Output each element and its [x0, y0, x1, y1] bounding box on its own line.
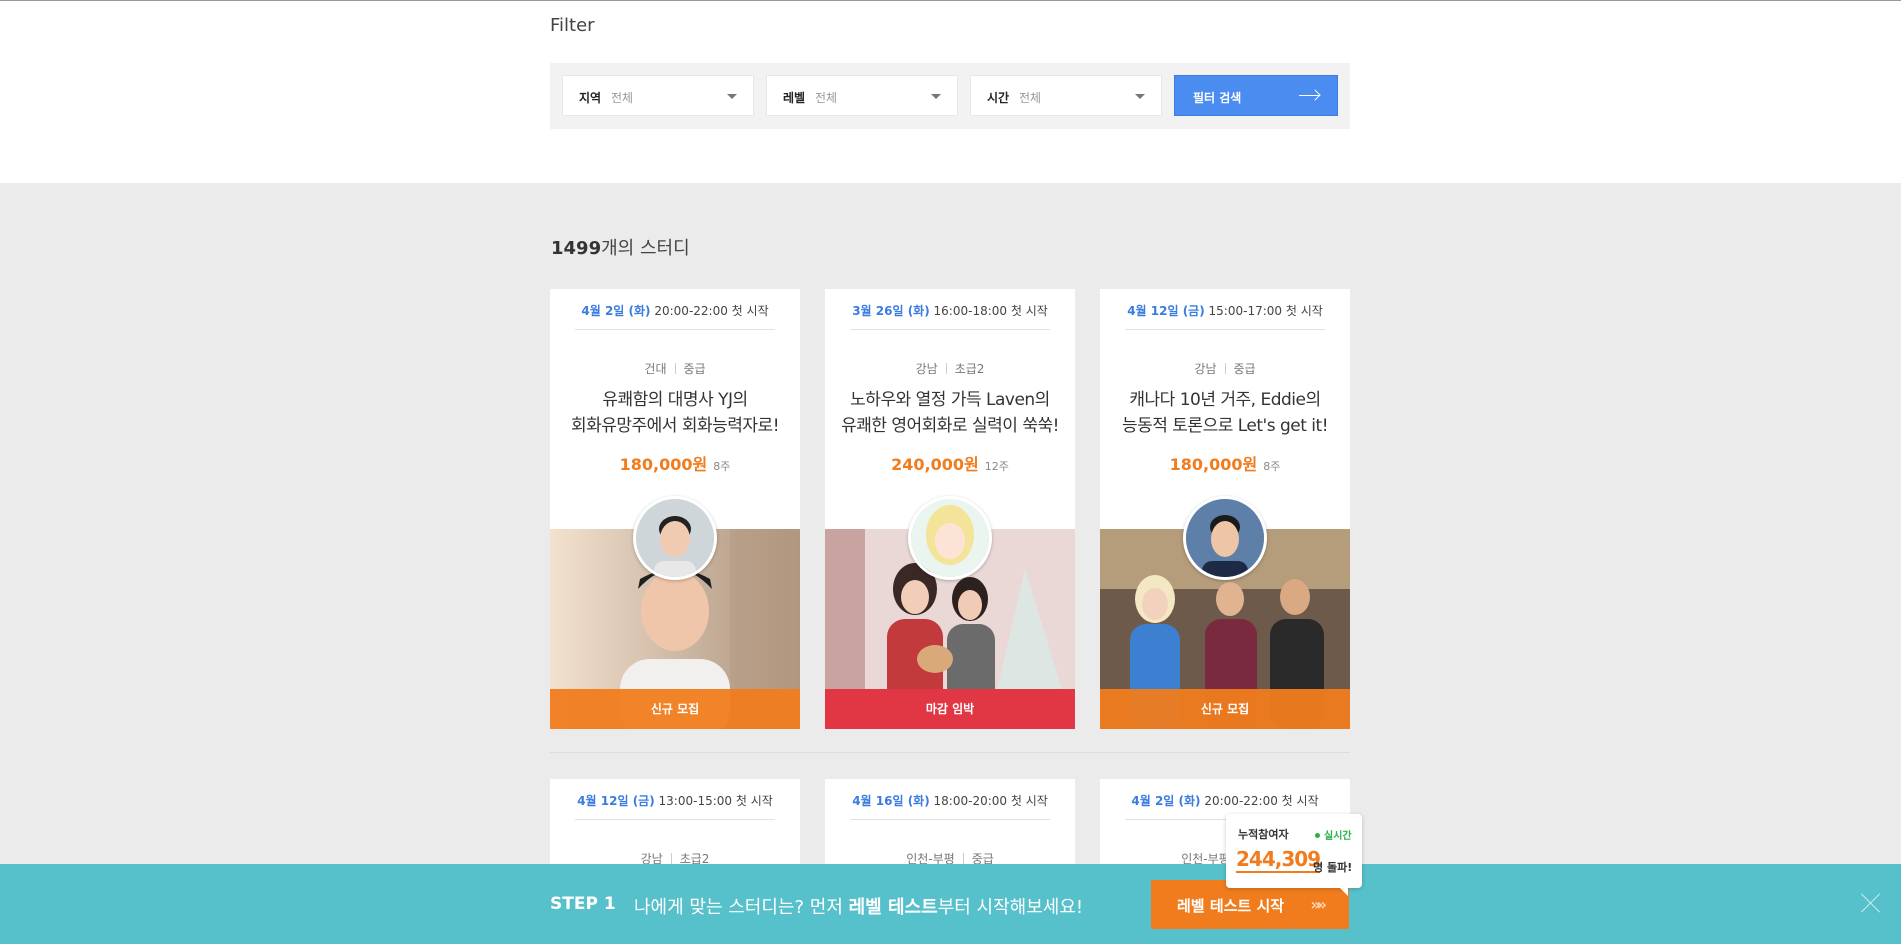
card-area: 강남: [915, 362, 938, 376]
divider: [575, 329, 775, 330]
card-level: 중급: [683, 362, 706, 376]
card-date-line: 3월 26일 (화) 16:00-18:00 첫 시작: [825, 289, 1075, 329]
filter-title: Filter: [550, 15, 595, 36]
card-weeks: 12주: [984, 460, 1009, 473]
divider: [850, 819, 1050, 820]
card-weeks: 8주: [713, 460, 731, 473]
study-count-number: 1499: [551, 238, 602, 259]
card-title-line-1: 캐나다 10년 거주, Eddie의: [1129, 390, 1321, 410]
card-time: 20:00-22:00 첫 시작: [654, 304, 769, 318]
step-label: STEP 1: [550, 894, 616, 914]
card-title: 노하우와 열정 가득 Laven의유쾌한 영어회화로 실력이 쑥쑥!: [825, 387, 1075, 439]
card-meta: 강남 중급: [1100, 360, 1350, 377]
card-date-line: 4월 2일 (화) 20:00-22:00 첫 시작: [550, 289, 800, 329]
participants-number: 244,309: [1236, 847, 1321, 873]
card-area: 강남: [1194, 362, 1217, 376]
card-time: 15:00-17:00 첫 시작: [1208, 304, 1323, 318]
divider: [575, 819, 775, 820]
card-date-line: 4월 12일 (금) 15:00-17:00 첫 시작: [1100, 289, 1350, 329]
card-price: 180,000원 8주: [1100, 451, 1350, 475]
card-date-line: 4월 16일 (화) 18:00-20:00 첫 시작: [825, 779, 1075, 819]
card-time: 18:00-20:00 첫 시작: [933, 794, 1048, 808]
card-meta: 강남 초급2: [825, 360, 1075, 377]
filter-box: 지역 전체 레벨 전체 시간 전체 필터 검색: [550, 63, 1350, 129]
chevron-down-icon: [727, 94, 737, 99]
banner-message: 나에게 맞는 스터디는? 먼저 레벨 테스트부터 시작해보세요!: [634, 893, 1083, 919]
card-weeks: 8주: [1263, 460, 1281, 473]
close-icon[interactable]: [1858, 890, 1884, 916]
card-date-line: 4월 12일 (금) 13:00-15:00 첫 시작: [550, 779, 800, 819]
card-date-line: 4월 2일 (화) 20:00-22:00 첫 시작: [1100, 779, 1350, 819]
card-price-value: 240,000원: [891, 455, 979, 474]
card-price-value: 180,000원: [619, 455, 708, 474]
card-time: 13:00-15:00 첫 시작: [658, 794, 773, 808]
study-card[interactable]: 4월 2일 (화) 20:00-22:00 첫 시작 건대 중급 유쾌함의 대명사…: [550, 289, 800, 729]
divider: [850, 329, 1050, 330]
time-value: 전체: [1019, 91, 1042, 105]
tutor-avatar: [1183, 496, 1267, 580]
level-test-start-label: 레벨 테스트 시작: [1177, 897, 1285, 915]
card-title-line-2: 유쾌한 영어회화로 실력이 쑥쑥!: [841, 416, 1059, 436]
banner-message-post: 부터 시작해보세요!: [937, 897, 1084, 918]
participants-unit: 명 돌파!: [1313, 861, 1353, 874]
card-title-line-2: 회화유망주에서 회화능력자로!: [570, 416, 780, 436]
card-meta: 건대 중급: [550, 360, 800, 377]
double-chevron-right-icon: »»: [1310, 895, 1327, 914]
chevron-down-icon: [1135, 94, 1145, 99]
card-title: 유쾌함의 대명사 YJ의회화유망주에서 회화능력자로!: [550, 387, 800, 439]
study-card[interactable]: 3월 26일 (화) 16:00-18:00 첫 시작 강남 초급2 노하우와 열…: [825, 289, 1075, 729]
status-badge: 신규 모집: [1100, 689, 1350, 729]
level-label: 레벨: [783, 91, 806, 105]
study-count-suffix: 개의 스터디: [601, 238, 690, 259]
participants-label: 누적참여자: [1238, 828, 1289, 841]
level-value: 전체: [815, 91, 838, 105]
region-label: 지역: [579, 91, 602, 105]
participants-popup: 누적참여자 실시간 244,309 명 돌파!: [1226, 814, 1362, 896]
tutor-avatar: [908, 496, 992, 580]
live-indicator: 실시간: [1315, 827, 1352, 842]
region-select[interactable]: 지역 전체: [562, 75, 754, 116]
banner-message-pre: 나에게 맞는 스터디는? 먼저: [634, 897, 849, 918]
card-title-line-1: 노하우와 열정 가득 Laven의: [850, 390, 1050, 410]
card-title: 캐나다 10년 거주, Eddie의능동적 토론으로 Let's get it!: [1100, 387, 1350, 439]
card-time: 20:00-22:00 첫 시작: [1204, 794, 1319, 808]
card-date: 4월 2일 (화): [581, 304, 651, 318]
arrow-right-icon: [1299, 95, 1319, 96]
card-area: 건대: [644, 362, 667, 376]
filter-search-label: 필터 검색: [1193, 91, 1242, 105]
region-value: 전체: [611, 91, 634, 105]
study-card[interactable]: 4월 12일 (금) 15:00-17:00 첫 시작 강남 중급 캐나다 10년…: [1100, 289, 1350, 729]
card-date: 4월 2일 (화): [1131, 794, 1201, 808]
card-time: 16:00-18:00 첫 시작: [933, 304, 1048, 318]
card-date: 4월 16일 (화): [852, 794, 930, 808]
time-select[interactable]: 시간 전체: [970, 75, 1162, 116]
level-select[interactable]: 레벨 전체: [766, 75, 958, 116]
card-level: 초급2: [954, 362, 985, 376]
card-price: 180,000원 8주: [550, 451, 800, 475]
study-count: 1499개의 스터디: [551, 234, 690, 260]
filter-search-button[interactable]: 필터 검색: [1174, 75, 1338, 116]
time-label: 시간: [987, 91, 1010, 105]
tutor-avatar: [633, 496, 717, 580]
card-price: 240,000원 12주: [825, 451, 1075, 475]
card-level: 중급: [1233, 362, 1256, 376]
card-title-line-1: 유쾌함의 대명사 YJ의: [602, 390, 748, 410]
card-title-line-2: 능동적 토론으로 Let's get it!: [1121, 416, 1329, 436]
banner-message-bold: 레벨 테스트: [848, 897, 938, 918]
card-date: 4월 12일 (금): [1127, 304, 1205, 318]
card-date: 4월 12일 (금): [577, 794, 655, 808]
status-badge: 마감 임박: [825, 689, 1075, 729]
card-date: 3월 26일 (화): [852, 304, 930, 318]
filter-section: Filter 지역 전체 레벨 전체 시간 전체 필터 검색: [0, 0, 1901, 183]
divider: [1125, 329, 1325, 330]
level-test-banner: STEP 1 나에게 맞는 스터디는? 먼저 레벨 테스트부터 시작해보세요! …: [0, 864, 1901, 944]
card-price-value: 180,000원: [1169, 455, 1258, 474]
chevron-down-icon: [931, 94, 941, 99]
status-badge: 신규 모집: [550, 689, 800, 729]
section-divider: [550, 752, 1350, 753]
